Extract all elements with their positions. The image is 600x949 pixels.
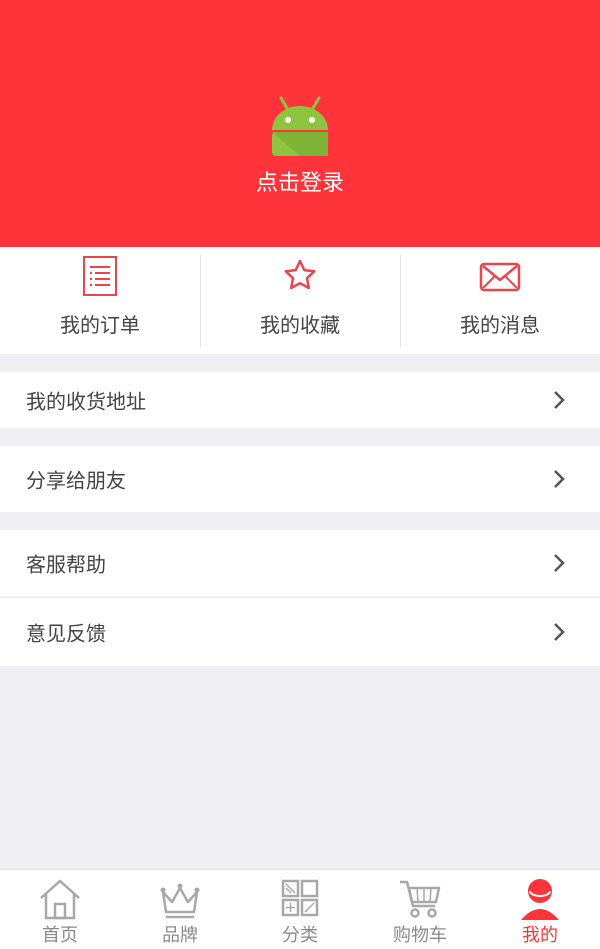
star-icon	[284, 259, 316, 290]
home-icon	[40, 879, 80, 920]
login-link[interactable]: 点击登录	[0, 165, 600, 197]
menu-item-shipping-address[interactable]: 我的收货地址	[0, 372, 600, 428]
menu-item-share[interactable]: 分享给朋友	[0, 446, 600, 512]
menu-item-customer-help[interactable]: 客服帮助	[0, 530, 600, 596]
order-list-icon	[83, 256, 117, 296]
menu-item-label: 意见反馈	[26, 621, 106, 646]
tab-category[interactable]: 分类	[240, 870, 360, 949]
chevron-right-icon	[554, 623, 565, 641]
bottom-tab-bar: 首页 品牌 分类 购物车 我的	[0, 869, 600, 949]
tab-label: 品牌	[162, 925, 198, 946]
tab-brand[interactable]: 品牌	[120, 870, 240, 949]
menu-item-label: 客服帮助	[26, 552, 106, 577]
tab-label: 购物车	[393, 925, 447, 946]
menu-item-label: 我的收货地址	[26, 389, 146, 414]
login-avatar-button[interactable]	[260, 96, 340, 160]
my-messages-label: 我的消息	[460, 313, 540, 337]
my-messages-button[interactable]: 我的消息	[400, 247, 600, 354]
my-favorites-label: 我的收藏	[260, 313, 340, 337]
tab-label: 分类	[282, 925, 318, 946]
profile-header: 点击登录	[0, 0, 600, 247]
android-avatar-icon	[272, 96, 328, 156]
chevron-right-icon	[554, 470, 565, 488]
tab-me[interactable]: 我的	[480, 870, 600, 949]
user-icon	[521, 879, 559, 920]
tab-home[interactable]: 首页	[0, 870, 120, 949]
tab-label: 我的	[522, 925, 558, 946]
menu-item-label: 分享给朋友	[26, 468, 126, 493]
my-favorites-button[interactable]: 我的收藏	[200, 247, 400, 354]
cart-icon	[400, 880, 441, 918]
envelope-icon	[479, 262, 521, 292]
crown-icon	[160, 883, 200, 919]
my-orders-button[interactable]: 我的订单	[0, 247, 200, 354]
chevron-right-icon	[554, 554, 565, 572]
quick-actions: 我的订单 我的收藏 我的消息	[0, 247, 600, 354]
menu-item-feedback[interactable]: 意见反馈	[0, 598, 600, 666]
tab-label: 首页	[42, 925, 78, 946]
category-grid-icon	[281, 879, 319, 917]
tab-cart[interactable]: 购物车	[360, 870, 480, 949]
my-orders-label: 我的订单	[60, 313, 140, 337]
chevron-right-icon	[554, 391, 565, 409]
